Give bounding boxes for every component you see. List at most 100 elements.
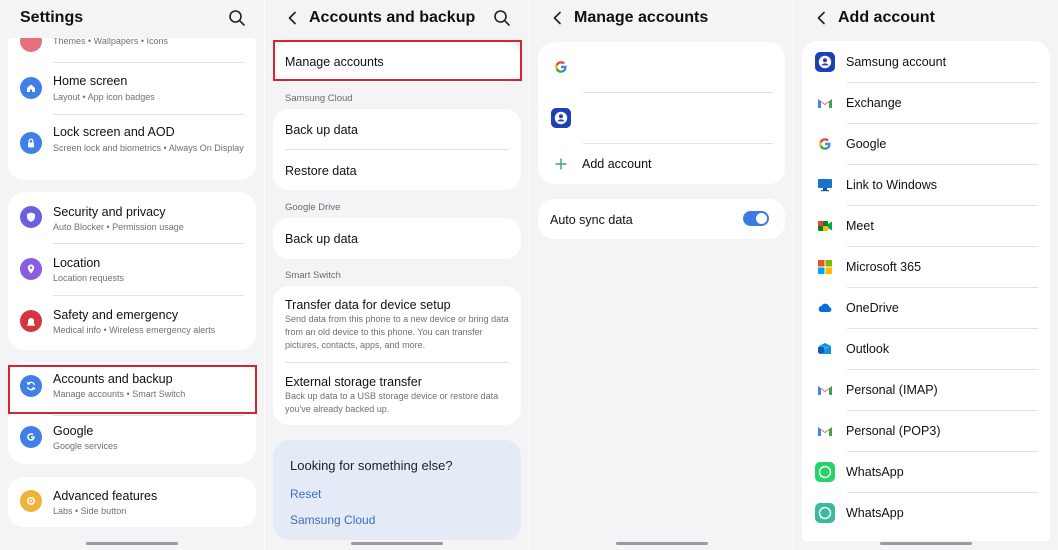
account-type-outlook[interactable]: Outlook (802, 328, 1050, 369)
settings-item-security[interactable]: Security and privacy Auto Blocker • Perm… (8, 192, 256, 242)
account-type-label: Personal (IMAP) (846, 383, 938, 397)
settings-item-safety[interactable]: Safety and emergency Medical info • Wire… (8, 296, 256, 348)
account-type-meet[interactable]: Meet (802, 205, 1050, 246)
add-account-panel: Add account Samsung account Exchange Goo… (794, 0, 1058, 550)
settings-item-sub: Google services (53, 441, 118, 451)
back-arrow-icon[interactable] (283, 9, 301, 27)
settings-item-accounts-backup[interactable]: Accounts and backup Manage accounts • Sm… (8, 362, 256, 414)
outlook-icon (814, 338, 836, 360)
settings-item-sub: Screen lock and biometrics • Always On D… (53, 143, 244, 153)
add-account-row[interactable]: Add account (538, 144, 785, 184)
account-type-personal-imap[interactable]: Personal (IMAP) (802, 369, 1050, 410)
restore-data-item[interactable]: Restore data (273, 150, 521, 190)
manage-accounts-label: Manage accounts (285, 55, 384, 69)
gd-back-up-data-item[interactable]: Back up data (273, 218, 521, 259)
settings-item-home-screen[interactable]: Home screen Layout • App icon badges (8, 63, 256, 113)
external-storage-item[interactable]: External storage transfer Back up data t… (273, 363, 521, 425)
search-icon[interactable] (493, 9, 511, 27)
smart-switch-card: Transfer data for device setup Send data… (273, 286, 521, 425)
google-drive-card: Back up data (273, 218, 521, 259)
accounts-list-card: Add account (538, 42, 785, 184)
settings-item-sub: Layout • App icon badges (53, 92, 155, 102)
account-type-whatsapp-business[interactable]: WhatsApp (802, 492, 1050, 533)
settings-item-label: Location (53, 256, 101, 270)
account-type-whatsapp[interactable]: WhatsApp (802, 451, 1050, 492)
settings-item-sub: Labs • Side button (53, 506, 127, 516)
sync-icon (20, 375, 42, 397)
search-icon[interactable] (228, 9, 246, 27)
account-type-onedrive[interactable]: OneDrive (802, 287, 1050, 328)
looking-card: Looking for something else? Reset Samsun… (273, 440, 521, 540)
gmail-icon (814, 420, 836, 442)
account-type-label: Link to Windows (846, 178, 938, 192)
google-icon (550, 56, 572, 78)
page-title: Accounts and backup (309, 9, 476, 26)
plus-icon (550, 153, 572, 175)
settings-item-location[interactable]: Location Location requests (8, 244, 256, 294)
account-row-samsung[interactable] (538, 93, 785, 143)
account-type-personal-pop3[interactable]: Personal (POP3) (802, 410, 1050, 451)
back-arrow-icon[interactable] (548, 9, 566, 27)
account-type-label: WhatsApp (846, 506, 904, 520)
transfer-data-item[interactable]: Transfer data for device setup Send data… (273, 286, 521, 361)
manage-accounts-item[interactable]: Manage accounts (273, 42, 521, 82)
section-header: Samsung Cloud (285, 93, 353, 104)
item-label: Back up data (285, 232, 358, 246)
account-type-samsung[interactable]: Samsung account (802, 41, 1050, 82)
settings-panel: Settings Themes • Wallpapers • Icons Hom… (0, 0, 264, 550)
reset-link[interactable]: Reset (290, 487, 321, 501)
auto-sync-card: Auto sync data (538, 199, 785, 239)
account-type-label: Microsoft 365 (846, 260, 922, 274)
account-row-google[interactable] (538, 42, 785, 92)
item-label: Transfer data for device setup (285, 298, 451, 312)
manage-accounts-card: Manage accounts (273, 42, 521, 82)
settings-item-sub: Medical info • Wireless emergency alerts (53, 325, 216, 335)
account-type-google[interactable]: Google (802, 123, 1050, 164)
whatsapp-icon (814, 461, 836, 483)
nav-handle (880, 542, 972, 545)
add-account-header: Add account (794, 0, 1058, 36)
settings-item-label: Home screen (53, 74, 128, 88)
add-account-label: Add account (582, 157, 652, 171)
settings-item-label: Security and privacy (53, 205, 166, 219)
item-label: Back up data (285, 123, 358, 137)
microsoft-icon (814, 256, 836, 278)
settings-card-security: Security and privacy Auto Blocker • Perm… (8, 192, 256, 350)
samsung-account-icon (814, 51, 836, 73)
accounts-backup-header: Accounts and backup (265, 0, 529, 36)
meet-icon (814, 215, 836, 237)
emergency-icon (20, 310, 42, 332)
nav-handle (86, 542, 178, 545)
link-to-windows-icon (814, 174, 836, 196)
auto-sync-toggle[interactable] (743, 211, 769, 226)
settings-item-themes[interactable]: Themes • Wallpapers • Icons (8, 38, 256, 56)
looking-title: Looking for something else? (290, 458, 453, 473)
nav-handle (615, 542, 708, 545)
settings-item-google[interactable]: Google Google services (8, 416, 256, 464)
settings-item-advanced[interactable]: Advanced features Labs • Side button (8, 477, 256, 527)
settings-card-advanced: Advanced features Labs • Side button (8, 477, 256, 527)
account-types-card: Samsung account Exchange Google Link to … (802, 41, 1050, 541)
account-type-label: OneDrive (846, 301, 899, 315)
lock-icon (20, 132, 42, 154)
themes-icon (20, 38, 42, 52)
item-label: Restore data (285, 164, 357, 178)
account-type-exchange[interactable]: Exchange (802, 82, 1050, 123)
gmail-icon (814, 379, 836, 401)
auto-sync-row[interactable]: Auto sync data (538, 199, 785, 239)
manage-accounts-header: Manage accounts (530, 0, 793, 36)
gear-plus-icon (20, 490, 42, 512)
whatsapp-icon (814, 502, 836, 524)
settings-item-lock-screen[interactable]: Lock screen and AOD Screen lock and biom… (8, 115, 256, 177)
samsung-cloud-link[interactable]: Samsung Cloud (290, 513, 375, 527)
account-type-microsoft-365[interactable]: Microsoft 365 (802, 246, 1050, 287)
accounts-backup-panel: Accounts and backup Manage accounts Sams… (265, 0, 529, 550)
back-arrow-icon[interactable] (812, 9, 830, 27)
back-up-data-item[interactable]: Back up data (273, 109, 521, 149)
item-desc: Send data from this phone to a new devic… (285, 314, 509, 350)
samsung-cloud-card: Back up data Restore data (273, 109, 521, 190)
account-type-link-to-windows[interactable]: Link to Windows (802, 164, 1050, 205)
settings-item-label: Safety and emergency (53, 308, 179, 322)
settings-item-sub: Location requests (53, 273, 125, 283)
item-label: External storage transfer (285, 375, 422, 389)
